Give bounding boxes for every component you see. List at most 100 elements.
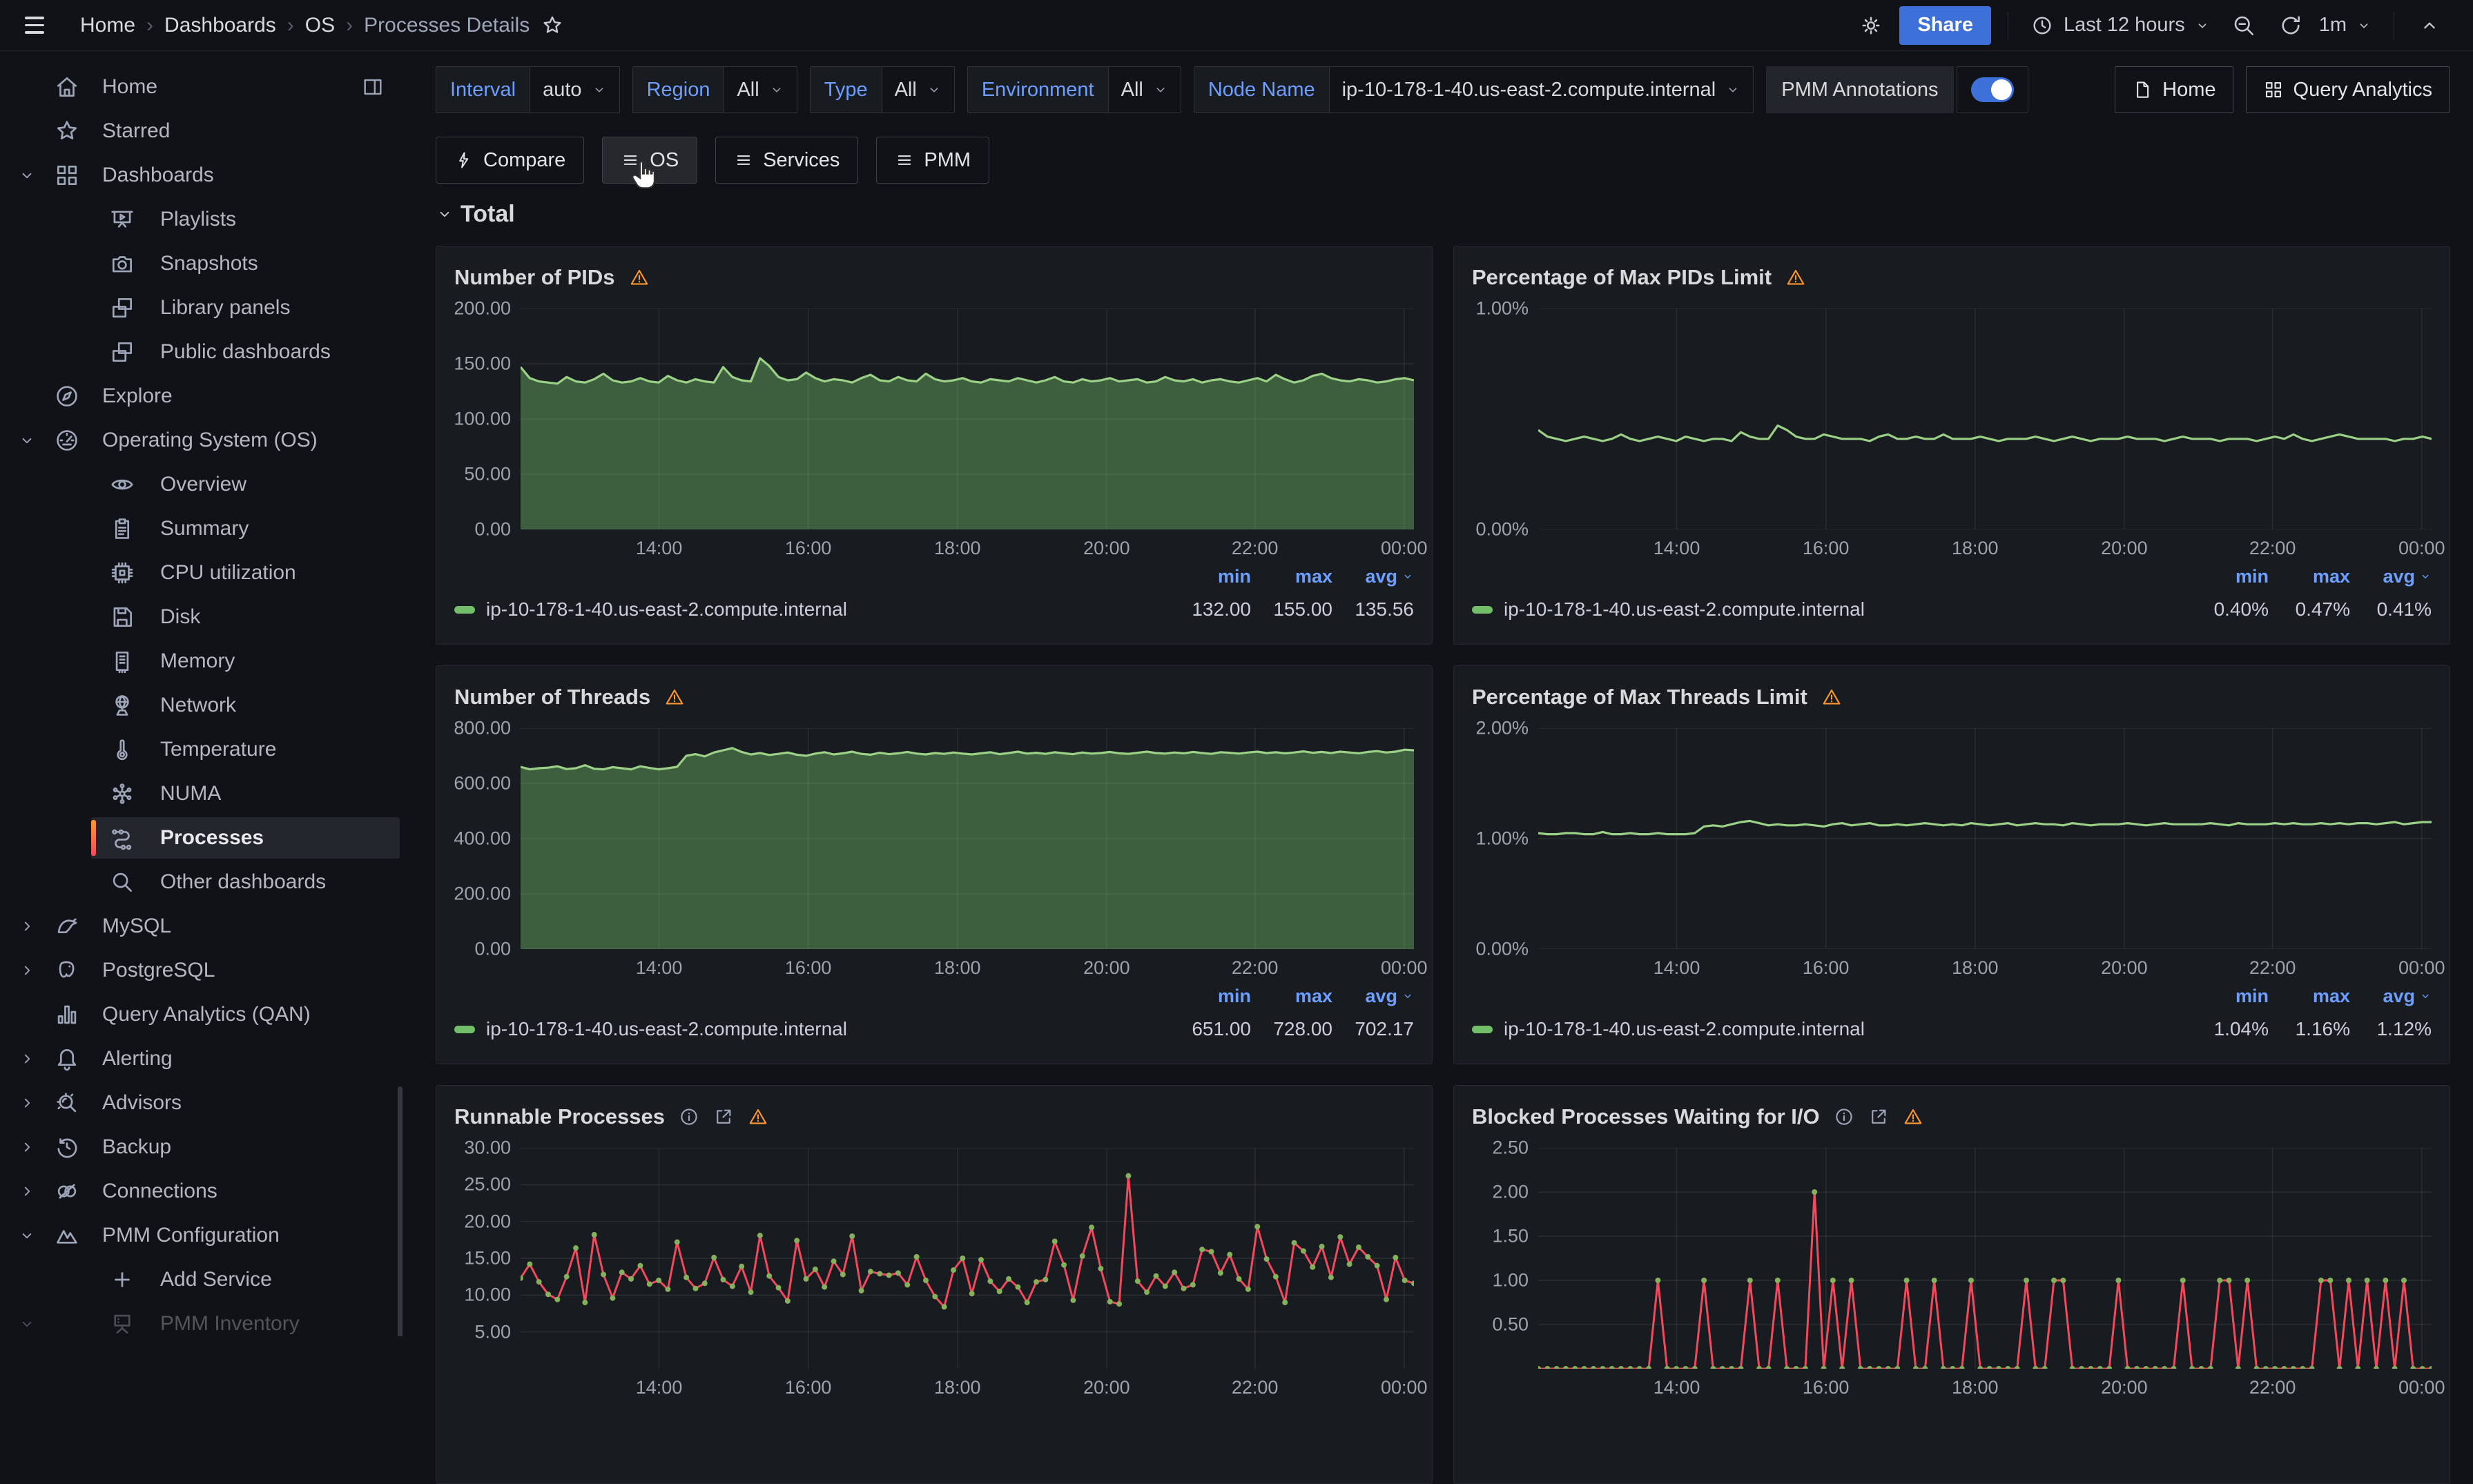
sidebar-item-other-dashboards[interactable]: Other dashboards — [0, 860, 404, 904]
dashboard-link-pmm-button[interactable]: PMM — [876, 137, 989, 184]
info-icon[interactable] — [1834, 1106, 1854, 1127]
warning-icon[interactable] — [664, 687, 685, 707]
warning-icon[interactable] — [1903, 1106, 1923, 1127]
legend-series-name[interactable]: ip-10-178-1-40.us-east-2.compute.interna… — [1504, 598, 1865, 621]
legend-stat-header-max[interactable]: max — [1251, 566, 1332, 587]
menu-toggle-icon[interactable] — [25, 10, 57, 41]
chart-plot-percentage-of-max-pids-limit[interactable] — [1538, 309, 2432, 529]
sidebar-item-processes[interactable]: Processes — [0, 816, 404, 860]
sidebar-item-dashboards[interactable]: Dashboards — [0, 153, 404, 197]
sidebar-item-home[interactable]: Home — [0, 65, 404, 109]
legend-stat-header-min[interactable]: min — [2187, 566, 2269, 587]
sidebar-item-advisors[interactable]: Advisors — [0, 1081, 404, 1125]
sidebar-item-temperature[interactable]: Temperature — [0, 728, 404, 772]
y-tick-label: 50.00 — [464, 464, 511, 485]
sidebar-item-label: Memory — [0, 650, 235, 673]
sidebar-item-pmm-configuration[interactable]: PMM Configuration — [0, 1213, 404, 1258]
sidebar-item-public-dashboards[interactable]: Public dashboards — [0, 330, 404, 374]
sidebar-item-playlists[interactable]: Playlists — [0, 197, 404, 242]
sidebar-item-numa[interactable]: NUMA — [0, 772, 404, 816]
variable-value-interval[interactable]: auto — [530, 66, 619, 113]
legend-stat-header-avg[interactable]: avg — [2350, 566, 2432, 587]
sidebar-item-network[interactable]: Network — [0, 683, 404, 728]
legend-stat-header-max[interactable]: max — [1251, 986, 1332, 1007]
sidebar-item-pmm-inventory[interactable]: PMM Inventory — [0, 1302, 404, 1336]
pmm-annotations-toggle[interactable] — [1957, 66, 2028, 113]
refresh-interval-picker[interactable]: 1m — [2319, 7, 2377, 44]
panel-right-icon[interactable] — [361, 75, 385, 99]
info-icon[interactable] — [679, 1106, 699, 1127]
breadcrumb-item-home[interactable]: Home — [80, 14, 135, 37]
sidebar-item-starred[interactable]: Starred — [0, 109, 404, 153]
sidebar-item-disk[interactable]: Disk — [0, 595, 404, 639]
legend-stat-header-min[interactable]: min — [2187, 986, 2269, 1007]
sidebar-item-mysql[interactable]: MySQL — [0, 904, 404, 948]
chart-plot-number-of-threads[interactable] — [521, 728, 1414, 949]
legend-series-name[interactable]: ip-10-178-1-40.us-east-2.compute.interna… — [486, 1018, 847, 1040]
y-tick-label: 2.50 — [1492, 1138, 1529, 1159]
collapse-toolbar-caret-icon[interactable] — [2411, 7, 2448, 44]
sidebar-scrollbar[interactable] — [398, 1086, 403, 1336]
breadcrumb-item-os[interactable]: OS — [305, 14, 335, 37]
legend-stat-header-min[interactable]: min — [1170, 566, 1251, 587]
section-header-total[interactable]: Total — [436, 199, 2450, 229]
dashboard-settings-gear-icon[interactable] — [1852, 7, 1890, 44]
variable-value-type[interactable]: All — [882, 66, 955, 113]
panel-title[interactable]: Percentage of Max PIDs Limit — [1472, 265, 1772, 290]
sidebar-item-cpu-utilization[interactable]: CPU utilization — [0, 551, 404, 595]
chart-plot-number-of-pids[interactable] — [521, 309, 1414, 529]
sidebar-item-query-analytics-qan[interactable]: Query Analytics (QAN) — [0, 993, 404, 1037]
query-analytics-button[interactable]: Query Analytics — [2246, 66, 2450, 113]
dashboard-link-os-button[interactable]: OS — [602, 137, 697, 184]
panel-title[interactable]: Number of Threads — [454, 685, 650, 710]
sidebar-item-library-panels[interactable]: Library panels — [0, 286, 404, 330]
sidebar-item-postgresql[interactable]: PostgreSQL — [0, 948, 404, 993]
variable-value-region[interactable]: All — [724, 66, 797, 113]
legend-stat-header-max[interactable]: max — [2269, 566, 2350, 587]
legend-series-name[interactable]: ip-10-178-1-40.us-east-2.compute.interna… — [486, 598, 847, 621]
legend-stat-header-avg[interactable]: avg — [1332, 566, 1414, 587]
panel-title[interactable]: Runnable Processes — [454, 1104, 665, 1129]
warning-icon[interactable] — [629, 267, 650, 288]
share-button[interactable]: Share — [1899, 6, 1991, 45]
external-link-icon[interactable] — [1868, 1106, 1889, 1127]
home-button[interactable]: Home — [2115, 66, 2233, 113]
panel-title[interactable]: Percentage of Max Threads Limit — [1472, 685, 1807, 710]
sidebar-item-add-service[interactable]: Add Service — [0, 1258, 404, 1302]
variable-value-node-name[interactable]: ip-10-178-1-40.us-east-2.compute.interna… — [1330, 66, 1754, 113]
warning-icon[interactable] — [748, 1106, 768, 1127]
sidebar-item-operating-system-os[interactable]: Operating System (OS) — [0, 418, 404, 462]
legend-stat-header-max[interactable]: max — [2269, 986, 2350, 1007]
chart-plot-percentage-of-max-threads-limit[interactable] — [1538, 728, 2432, 949]
zoom-out-icon[interactable] — [2225, 7, 2262, 44]
breadcrumb-item-dashboards[interactable]: Dashboards — [164, 14, 276, 37]
chart-plot-runnable-processes[interactable] — [521, 1148, 1414, 1369]
warning-icon[interactable] — [1785, 267, 1806, 288]
panel-title[interactable]: Number of PIDs — [454, 265, 615, 290]
legend-stat-header-avg[interactable]: avg — [2350, 986, 2432, 1007]
external-link-icon[interactable] — [713, 1106, 734, 1127]
chart-plot-blocked-processes-waiting-for-i-o[interactable] — [1538, 1148, 2432, 1369]
legend-series-name[interactable]: ip-10-178-1-40.us-east-2.compute.interna… — [1504, 1018, 1865, 1040]
chev-down-icon — [1402, 990, 1414, 1002]
sidebar-item-alerting[interactable]: Alerting — [0, 1037, 404, 1081]
chevron-down-icon — [769, 82, 784, 97]
sidebar-item-backup[interactable]: Backup — [0, 1125, 404, 1169]
sidebar-item-summary[interactable]: Summary — [0, 507, 404, 551]
time-range-picker[interactable]: Last 12 hours — [2025, 7, 2215, 44]
legend-stat-header-min[interactable]: min — [1170, 986, 1251, 1007]
dashboard-link-compare-button[interactable]: Compare — [436, 137, 584, 184]
panel-title[interactable]: Blocked Processes Waiting for I/O — [1472, 1104, 1820, 1129]
sidebar-item-connections[interactable]: Connections — [0, 1169, 404, 1213]
legend-stat-value: 0.47% — [2269, 598, 2350, 621]
sidebar-item-memory[interactable]: Memory — [0, 639, 404, 683]
variable-value-environment[interactable]: All — [1109, 66, 1181, 113]
sidebar-item-snapshots[interactable]: Snapshots — [0, 242, 404, 286]
sidebar-item-explore[interactable]: Explore — [0, 374, 404, 418]
sidebar-item-overview[interactable]: Overview — [0, 462, 404, 507]
legend-stat-header-avg[interactable]: avg — [1332, 986, 1414, 1007]
dashboard-link-services-button[interactable]: Services — [715, 137, 858, 184]
warning-icon[interactable] — [1821, 687, 1842, 707]
favorite-star-icon[interactable] — [534, 7, 571, 44]
refresh-icon[interactable] — [2272, 7, 2309, 44]
